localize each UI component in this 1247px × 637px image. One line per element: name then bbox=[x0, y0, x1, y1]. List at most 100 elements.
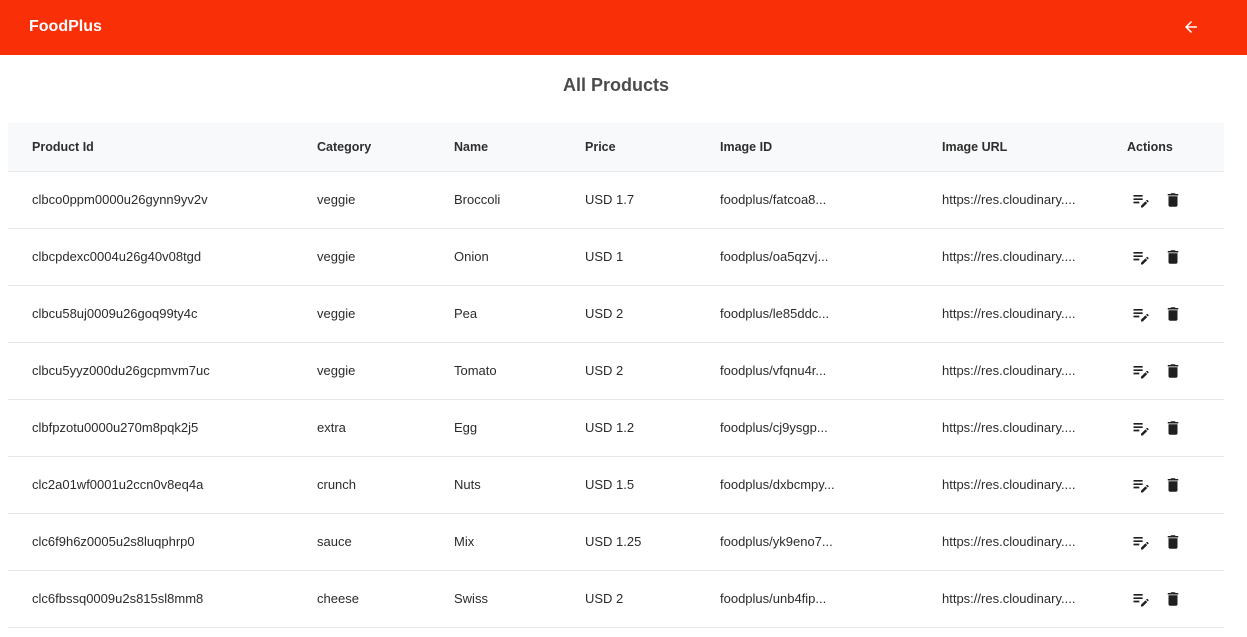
cell-image-url: https://res.cloudinary.... bbox=[942, 570, 1127, 628]
delete-button[interactable] bbox=[1162, 531, 1184, 553]
cell-image-url: https://res.cloudinary.... bbox=[942, 171, 1127, 229]
cell-name: Swiss bbox=[454, 570, 585, 628]
edit-icon bbox=[1131, 361, 1151, 381]
delete-icon bbox=[1164, 533, 1182, 551]
cell-actions bbox=[1127, 456, 1224, 514]
delete-button[interactable] bbox=[1162, 360, 1184, 382]
edit-button[interactable] bbox=[1130, 303, 1152, 325]
cell-actions bbox=[1127, 570, 1224, 628]
delete-button[interactable] bbox=[1162, 474, 1184, 496]
delete-icon bbox=[1164, 191, 1182, 209]
edit-icon bbox=[1131, 475, 1151, 495]
cell-id: clbfpzotu0000u270m8pqk2j5 bbox=[8, 399, 317, 457]
cell-price: USD 1.25 bbox=[585, 513, 720, 571]
edit-button[interactable] bbox=[1130, 417, 1152, 439]
delete-icon bbox=[1164, 419, 1182, 437]
cell-image-id: foodplus/vfqnu4r... bbox=[720, 342, 942, 400]
brand-logo[interactable]: FoodPlus bbox=[29, 17, 102, 37]
cell-image-id: foodplus/oa5qzvj... bbox=[720, 228, 942, 286]
cell-id: clc6f9h6z0005u2s8luqphrp0 bbox=[8, 513, 317, 571]
column-header-actions: Actions bbox=[1127, 123, 1224, 172]
cell-id: clbcu58uj0009u26goq99ty4c bbox=[8, 285, 317, 343]
cell-name: Onion bbox=[454, 228, 585, 286]
cell-category: veggie bbox=[317, 228, 454, 286]
cell-name: Tomato bbox=[454, 342, 585, 400]
edit-button[interactable] bbox=[1130, 246, 1152, 268]
row-actions bbox=[1127, 303, 1224, 325]
cell-name: Egg bbox=[454, 399, 585, 457]
cell-price: USD 2 bbox=[585, 342, 720, 400]
table-row[interactable]: clc6f9h6z0005u2s8luqphrp0 sauce Mix USD 1.2… bbox=[8, 513, 1224, 571]
cell-name: Broccoli bbox=[454, 171, 585, 229]
row-actions bbox=[1127, 246, 1224, 268]
delete-button[interactable] bbox=[1162, 588, 1184, 610]
edit-button[interactable] bbox=[1130, 189, 1152, 211]
cell-actions bbox=[1127, 399, 1224, 457]
cell-image-url: https://res.cloudinary.... bbox=[942, 228, 1127, 286]
cell-image-id: foodplus/dxbcmpy... bbox=[720, 456, 942, 514]
cell-category: extra bbox=[317, 399, 454, 457]
row-actions bbox=[1127, 474, 1224, 496]
cell-category: veggie bbox=[317, 285, 454, 343]
delete-icon bbox=[1164, 362, 1182, 380]
edit-icon bbox=[1131, 589, 1151, 609]
cell-actions bbox=[1127, 171, 1224, 229]
table-row[interactable]: clbcu58uj0009u26goq99ty4c veggie Pea USD 2f… bbox=[8, 285, 1224, 343]
edit-icon bbox=[1131, 532, 1151, 552]
cell-id: clc6fbssq0009u2s815sl8mm8 bbox=[8, 570, 317, 628]
delete-button[interactable] bbox=[1162, 246, 1184, 268]
table-row[interactable]: clbco0ppm0000u26gynn9yv2v veggie Broccoli U… bbox=[8, 171, 1224, 229]
cell-id: clbco0ppm0000u26gynn9yv2v bbox=[8, 171, 317, 229]
column-header-name[interactable]: Name bbox=[454, 123, 585, 172]
cell-image-id: foodplus/le85ddc... bbox=[720, 285, 942, 343]
cell-category: sauce bbox=[317, 513, 454, 571]
table-row[interactable]: clbcpdexc0004u26g40v08tgd veggie Onion USD … bbox=[8, 228, 1224, 286]
arrow-left-icon bbox=[1185, 21, 1197, 33]
cell-image-id: foodplus/cj9ysgp... bbox=[720, 399, 942, 457]
cell-category: veggie bbox=[317, 342, 454, 400]
column-header-price[interactable]: Price bbox=[585, 123, 720, 172]
cell-actions bbox=[1127, 342, 1224, 400]
delete-button[interactable] bbox=[1162, 189, 1184, 211]
edit-button[interactable] bbox=[1130, 531, 1152, 553]
cell-image-url: https://res.cloudinary.... bbox=[942, 513, 1127, 571]
cell-name: Nuts bbox=[454, 456, 585, 514]
row-actions bbox=[1127, 417, 1224, 439]
cell-price: USD 1.2 bbox=[585, 399, 720, 457]
products-table: Product Id Category Name Price Image ID … bbox=[8, 123, 1224, 628]
cell-category: cheese bbox=[317, 570, 454, 628]
app-header: FoodPlus bbox=[0, 0, 1247, 55]
cell-category: veggie bbox=[317, 171, 454, 229]
column-header-image-id[interactable]: Image ID bbox=[720, 123, 942, 172]
delete-icon bbox=[1164, 590, 1182, 608]
table-row[interactable]: clc2a01wf0001u2ccn0v8eq4a crunch Nuts USD 1… bbox=[8, 456, 1224, 514]
column-header-category[interactable]: Category bbox=[317, 123, 454, 172]
cell-id: clc2a01wf0001u2ccn0v8eq4a bbox=[8, 456, 317, 514]
cell-image-id: foodplus/yk9eno7... bbox=[720, 513, 942, 571]
cell-price: USD 2 bbox=[585, 285, 720, 343]
delete-button[interactable] bbox=[1162, 303, 1184, 325]
cell-price: USD 1 bbox=[585, 228, 720, 286]
delete-icon bbox=[1164, 476, 1182, 494]
edit-button[interactable] bbox=[1130, 360, 1152, 382]
table-header-row: Product Id Category Name Price Image ID … bbox=[8, 123, 1224, 172]
edit-icon bbox=[1131, 190, 1151, 210]
edit-button[interactable] bbox=[1130, 474, 1152, 496]
column-header-image-url[interactable]: Image URL bbox=[942, 123, 1127, 172]
table-row[interactable]: clbfpzotu0000u270m8pqk2j5 extra Egg USD 1.2… bbox=[8, 399, 1224, 457]
column-header-product-id[interactable]: Product Id bbox=[8, 123, 317, 172]
row-actions bbox=[1127, 531, 1224, 553]
edit-button[interactable] bbox=[1130, 588, 1152, 610]
cell-actions bbox=[1127, 513, 1224, 571]
delete-button[interactable] bbox=[1162, 417, 1184, 439]
table-row[interactable]: clc6fbssq0009u2s815sl8mm8 cheese Swiss USD … bbox=[8, 570, 1224, 628]
cell-image-url: https://res.cloudinary.... bbox=[942, 399, 1127, 457]
cell-name: Mix bbox=[454, 513, 585, 571]
table-row[interactable]: clbcu5yyz000du26gcpmvm7uc veggie Tomato USD… bbox=[8, 342, 1224, 400]
row-actions bbox=[1127, 360, 1224, 382]
edit-icon bbox=[1131, 304, 1151, 324]
back-button[interactable] bbox=[1179, 15, 1203, 39]
cell-image-url: https://res.cloudinary.... bbox=[942, 285, 1127, 343]
cell-price: USD 2 bbox=[585, 570, 720, 628]
cell-image-id: foodplus/fatcoa8... bbox=[720, 171, 942, 229]
